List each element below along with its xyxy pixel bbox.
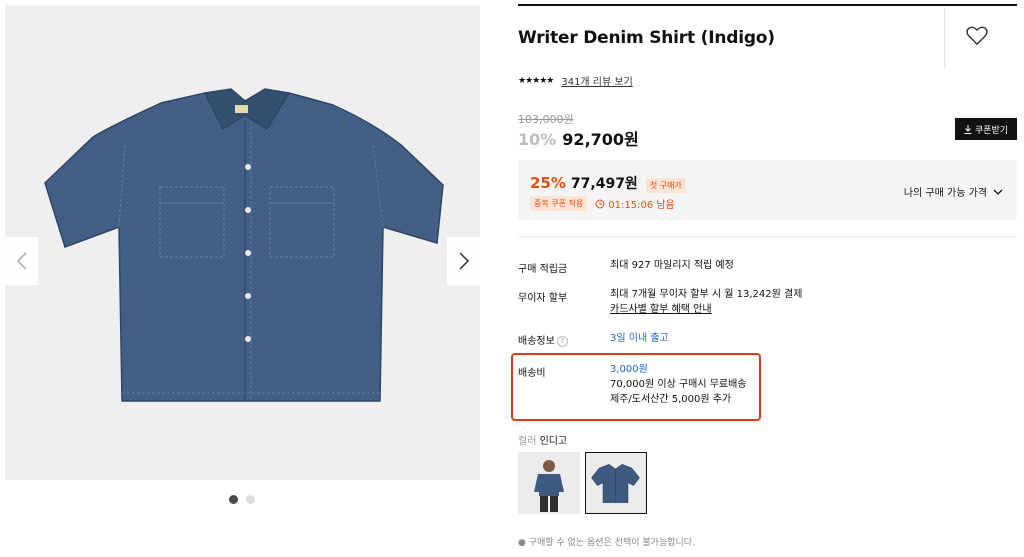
coupon-button-label: 쿠폰받기	[974, 125, 1009, 136]
promo-price-box: 25% 77,497원 첫 구매가 중복 쿠폰 적용 01:15:06 남음 나…	[518, 160, 1017, 220]
available-price-label: 나의 구매 가능 가격	[903, 188, 987, 199]
top-divider	[518, 4, 1017, 6]
price-row: 10% 92,700원	[518, 126, 639, 150]
points-value: 최대 927 마일리지 적립 예정	[610, 260, 734, 271]
model-thumbnail	[518, 452, 580, 514]
coupon-stack-badge: 중복 쿠폰 적용	[530, 196, 588, 211]
promo-meta-row: 중복 쿠폰 적용 01:15:06 남음	[530, 196, 675, 211]
color-value: 인디고	[539, 436, 568, 447]
prev-image-button[interactable]	[5, 237, 38, 285]
next-image-button[interactable]	[447, 237, 480, 285]
color-swatch-model[interactable]	[518, 452, 580, 514]
gallery-pagination	[229, 495, 255, 504]
wishlist-button[interactable]	[966, 26, 988, 50]
installment-label: 무이자 할부	[518, 293, 568, 304]
heart-icon	[966, 26, 988, 46]
promo-discount: 25%	[530, 174, 566, 192]
section-divider	[518, 236, 1017, 237]
free-shipping-condition: 70,000원 이상 구매시 무료배송	[610, 379, 747, 390]
installment-value: 최대 7개월 무이자 할부 시 월 13,242원 결제 카드사별 할부 혜택 …	[610, 287, 802, 317]
first-purchase-badge: 첫 구매가	[645, 178, 686, 193]
shipping-info-label: 배송정보?	[518, 332, 568, 347]
product-image	[44, 88, 444, 402]
pagination-dot[interactable]	[246, 495, 255, 504]
shipping-info-value: 3일 이내 출고	[610, 333, 669, 344]
chevron-left-icon	[16, 252, 27, 270]
remote-area-surcharge: 제주/도서산간 5,000원 추가	[610, 394, 732, 405]
discount-rate: 10%	[518, 130, 557, 149]
shipping-fee-amount: 3,000원	[610, 364, 648, 375]
clock-icon	[595, 199, 605, 208]
shipping-fee-value: 3,000원 70,000원 이상 구매시 무료배송 제주/도서산간 5,000…	[610, 362, 747, 407]
countdown-timer: 01:15:06 남음	[595, 196, 675, 211]
coupon-button[interactable]: 쿠폰받기	[955, 118, 1017, 140]
installment-benefit-link[interactable]: 카드사별 할부 혜택 안내	[610, 302, 802, 317]
color-label-text: 컬러	[518, 436, 537, 447]
product-title: Writer Denim Shirt (Indigo)	[518, 28, 775, 48]
pagination-dot[interactable]	[229, 495, 238, 504]
review-link[interactable]: 341개 리뷰 보기	[561, 73, 632, 88]
shirt-thumbnail	[586, 453, 645, 512]
help-icon[interactable]: ?	[556, 335, 568, 347]
wishlist-divider	[944, 8, 945, 68]
shipping-fee-label: 배송비	[518, 368, 546, 379]
promo-price: 77,497원	[570, 176, 638, 192]
available-price-toggle[interactable]: 나의 구매 가능 가격	[904, 184, 1003, 199]
option-note: ● 구매할 수 없는 옵션은 선택이 불가능합니다.	[518, 538, 695, 548]
star-rating: ★★★★★	[518, 75, 554, 86]
product-info-panel: Writer Denim Shirt (Indigo) ★★★★★ 341개 리…	[511, 0, 1017, 557]
color-option-label: 컬러 인디고	[518, 432, 567, 447]
rating-row: ★★★★★ 341개 리뷰 보기	[518, 73, 633, 89]
installment-text: 최대 7개월 무이자 할부 시 월 13,242원 결제	[610, 289, 803, 300]
promo-price-row: 25% 77,497원 첫 구매가	[530, 173, 686, 193]
product-image-gallery[interactable]	[5, 5, 480, 480]
chevron-down-icon	[993, 189, 1003, 195]
color-swatch-indigo[interactable]	[585, 452, 647, 514]
chevron-right-icon	[458, 252, 469, 270]
timer-text: 01:15:06 남음	[608, 200, 675, 211]
shipping-info-text: 배송정보	[518, 336, 555, 347]
download-icon	[964, 124, 972, 134]
original-price: 103,000원	[518, 113, 574, 126]
sale-price: 92,700원	[562, 130, 639, 149]
points-label: 구매 적립금	[518, 264, 568, 275]
